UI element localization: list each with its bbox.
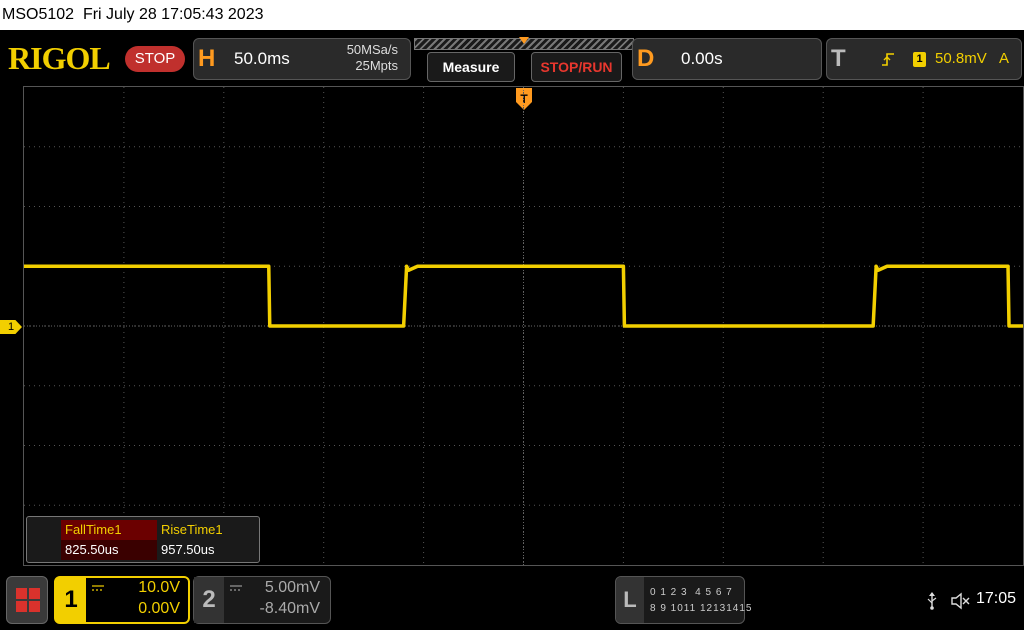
- dc-coupling-icon: [92, 585, 104, 591]
- rigol-logo: RIGOL: [8, 40, 111, 76]
- dc-coupling-icon: [230, 585, 242, 591]
- measure-name-2: RiseTime1: [161, 522, 223, 537]
- menu-grid-icon: [29, 588, 40, 599]
- trigger-position-bar: [414, 37, 634, 50]
- run-state-badge[interactable]: STOP: [125, 46, 185, 72]
- channel-2-panel[interactable]: 2 5.00mV -8.40mV: [193, 576, 331, 624]
- horizontal-letter: H: [198, 45, 216, 72]
- menu-grid-icon: [29, 601, 40, 612]
- scope-grid: [24, 87, 1023, 565]
- acquisition-info: 50MSa/s 25Mpts: [347, 42, 398, 74]
- trigger-mode: A: [999, 50, 1010, 67]
- measure-button[interactable]: Measure: [427, 52, 515, 82]
- status-bar: RIGOL STOP H 50.0ms 50MSa/s 25Mpts Measu…: [0, 30, 1024, 84]
- menu-grid-icon: [16, 588, 27, 599]
- title-bar: MSO5102 Fri July 28 17:05:43 2023: [0, 0, 1024, 30]
- trigger-level: 50.8mV: [935, 50, 987, 67]
- trigger-position-icon: [519, 37, 529, 44]
- usb-icon: [927, 592, 937, 610]
- ch2-number: 2: [194, 577, 224, 623]
- ch2-scale: 5.00mV: [264, 579, 320, 596]
- logic-analyzer-panel[interactable]: L 0 1 2 3 4 5 6 7 8 9 1011 12131415: [615, 576, 751, 624]
- trigger-letter: T: [831, 45, 846, 72]
- mute-speaker-icon[interactable]: [950, 592, 970, 610]
- ch2-offset: -8.40mV: [259, 600, 320, 617]
- horizontal-panel[interactable]: H 50.0ms 50MSa/s 25Mpts: [193, 38, 411, 80]
- la-letter: L: [616, 577, 644, 623]
- la-channels-row-2: 8 9 1011 12131415: [650, 603, 753, 614]
- datetime: Fri July 28 17:05:43 2023: [82, 6, 264, 23]
- measure-value-2: 957.50us: [161, 542, 215, 557]
- trigger-panel[interactable]: T 1 50.8mV A: [826, 38, 1022, 80]
- ch1-scale: 10.0V: [138, 579, 180, 596]
- channel-1-panel[interactable]: 1 10.0V 0.00V: [54, 576, 190, 624]
- measure-value-1: 825.50us: [61, 540, 157, 560]
- ch1-number: 1: [56, 578, 86, 622]
- delay-letter: D: [637, 45, 655, 72]
- measurement-panel[interactable]: FallTime1 RiseTime1 825.50us 957.50us: [26, 516, 260, 563]
- main-menu-button[interactable]: [6, 576, 48, 624]
- waveform-display[interactable]: [23, 86, 1024, 566]
- la-channels-row-1: 0 1 2 3 4 5 6 7: [650, 587, 733, 598]
- ch1-offset: 0.00V: [138, 600, 180, 617]
- delay-panel[interactable]: D 0.00s: [632, 38, 822, 80]
- memory-depth: 25Mpts: [355, 58, 398, 73]
- menu-grid-icon: [16, 601, 27, 612]
- sample-rate: 50MSa/s: [346, 42, 398, 57]
- trigger-source-badge: 1: [913, 52, 926, 67]
- delay-value: 0.00s: [681, 49, 723, 68]
- ch1-level-marker[interactable]: 1: [0, 320, 22, 334]
- rising-edge-icon: [882, 53, 894, 66]
- timebase-value: 50.0ms: [234, 49, 290, 68]
- bottom-bar: 1 10.0V 0.00V 2 5.00mV -8.40mV L 0 1 2 3…: [0, 568, 1024, 630]
- system-clock: 17:05: [976, 590, 1017, 607]
- stop-run-button[interactable]: STOP/RUN: [531, 52, 622, 82]
- measure-name-1: FallTime1: [61, 520, 157, 540]
- device-model: MSO5102: [2, 6, 75, 23]
